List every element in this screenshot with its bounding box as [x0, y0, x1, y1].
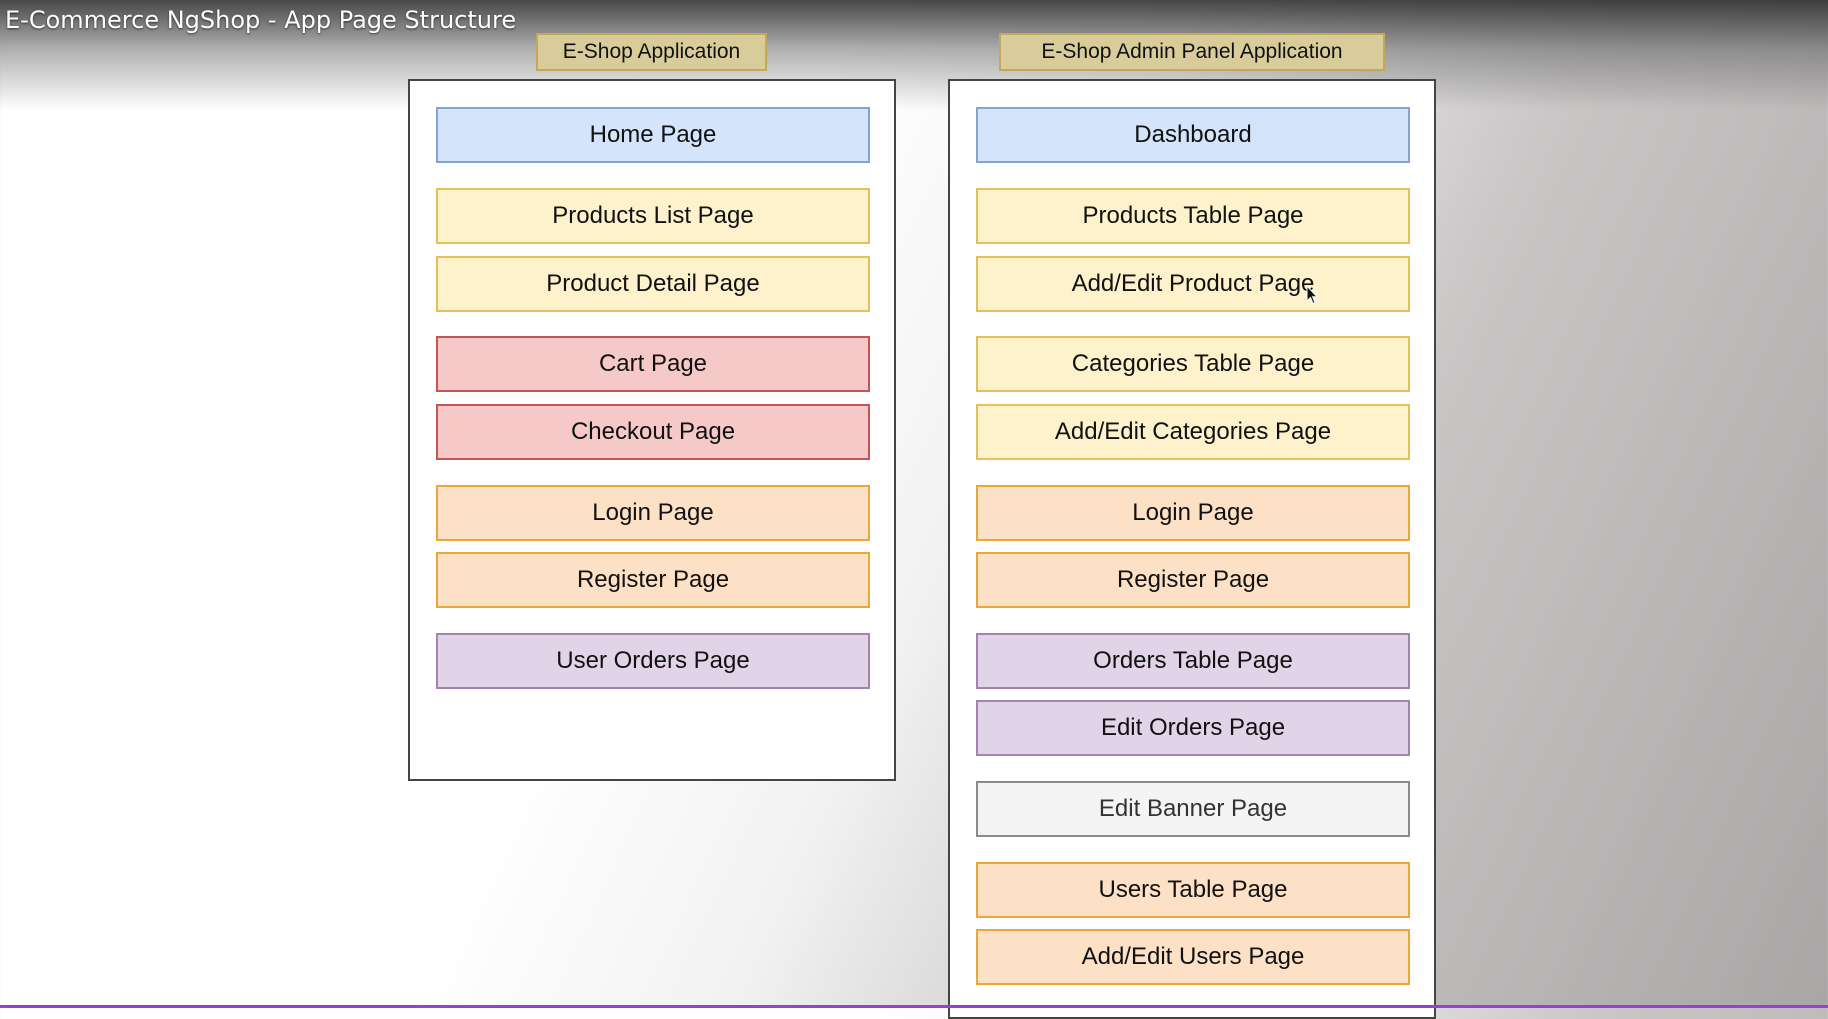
- admin-edit-banner-page[interactable]: Edit Banner Page: [976, 781, 1410, 837]
- admin-add-edit-categories-page[interactable]: Add/Edit Categories Page: [976, 404, 1410, 460]
- admin-app-label: E-Shop Admin Panel Application: [999, 33, 1385, 71]
- eshop-cart-page[interactable]: Cart Page: [436, 336, 870, 392]
- admin-add-edit-product-page[interactable]: Add/Edit Product Page: [976, 256, 1410, 312]
- eshop-app-label: E-Shop Application: [536, 33, 767, 71]
- video-title: E-Commerce NgShop - App Page Structure: [5, 6, 517, 34]
- admin-login-page[interactable]: Login Page: [976, 485, 1410, 541]
- eshop-home-page[interactable]: Home Page: [436, 107, 870, 163]
- eshop-login-page[interactable]: Login Page: [436, 485, 870, 541]
- eshop-products-list-page[interactable]: Products List Page: [436, 188, 870, 244]
- admin-edit-orders-page[interactable]: Edit Orders Page: [976, 700, 1410, 756]
- admin-register-page[interactable]: Register Page: [976, 552, 1410, 608]
- eshop-checkout-page[interactable]: Checkout Page: [436, 404, 870, 460]
- eshop-product-detail-page[interactable]: Product Detail Page: [436, 256, 870, 312]
- admin-add-edit-users-page[interactable]: Add/Edit Users Page: [976, 929, 1410, 985]
- admin-orders-table-page[interactable]: Orders Table Page: [976, 633, 1410, 689]
- admin-app-panel: Dashboard Products Table Page Add/Edit P…: [948, 79, 1436, 1019]
- admin-dashboard[interactable]: Dashboard: [976, 107, 1410, 163]
- mouse-pointer-icon: [1306, 285, 1318, 305]
- eshop-register-page[interactable]: Register Page: [436, 552, 870, 608]
- admin-categories-table-page[interactable]: Categories Table Page: [976, 336, 1410, 392]
- admin-products-table-page[interactable]: Products Table Page: [976, 188, 1410, 244]
- admin-users-table-page[interactable]: Users Table Page: [976, 862, 1410, 918]
- eshop-user-orders-page[interactable]: User Orders Page: [436, 633, 870, 689]
- eshop-app-panel: Home Page Products List Page Product Det…: [408, 79, 896, 781]
